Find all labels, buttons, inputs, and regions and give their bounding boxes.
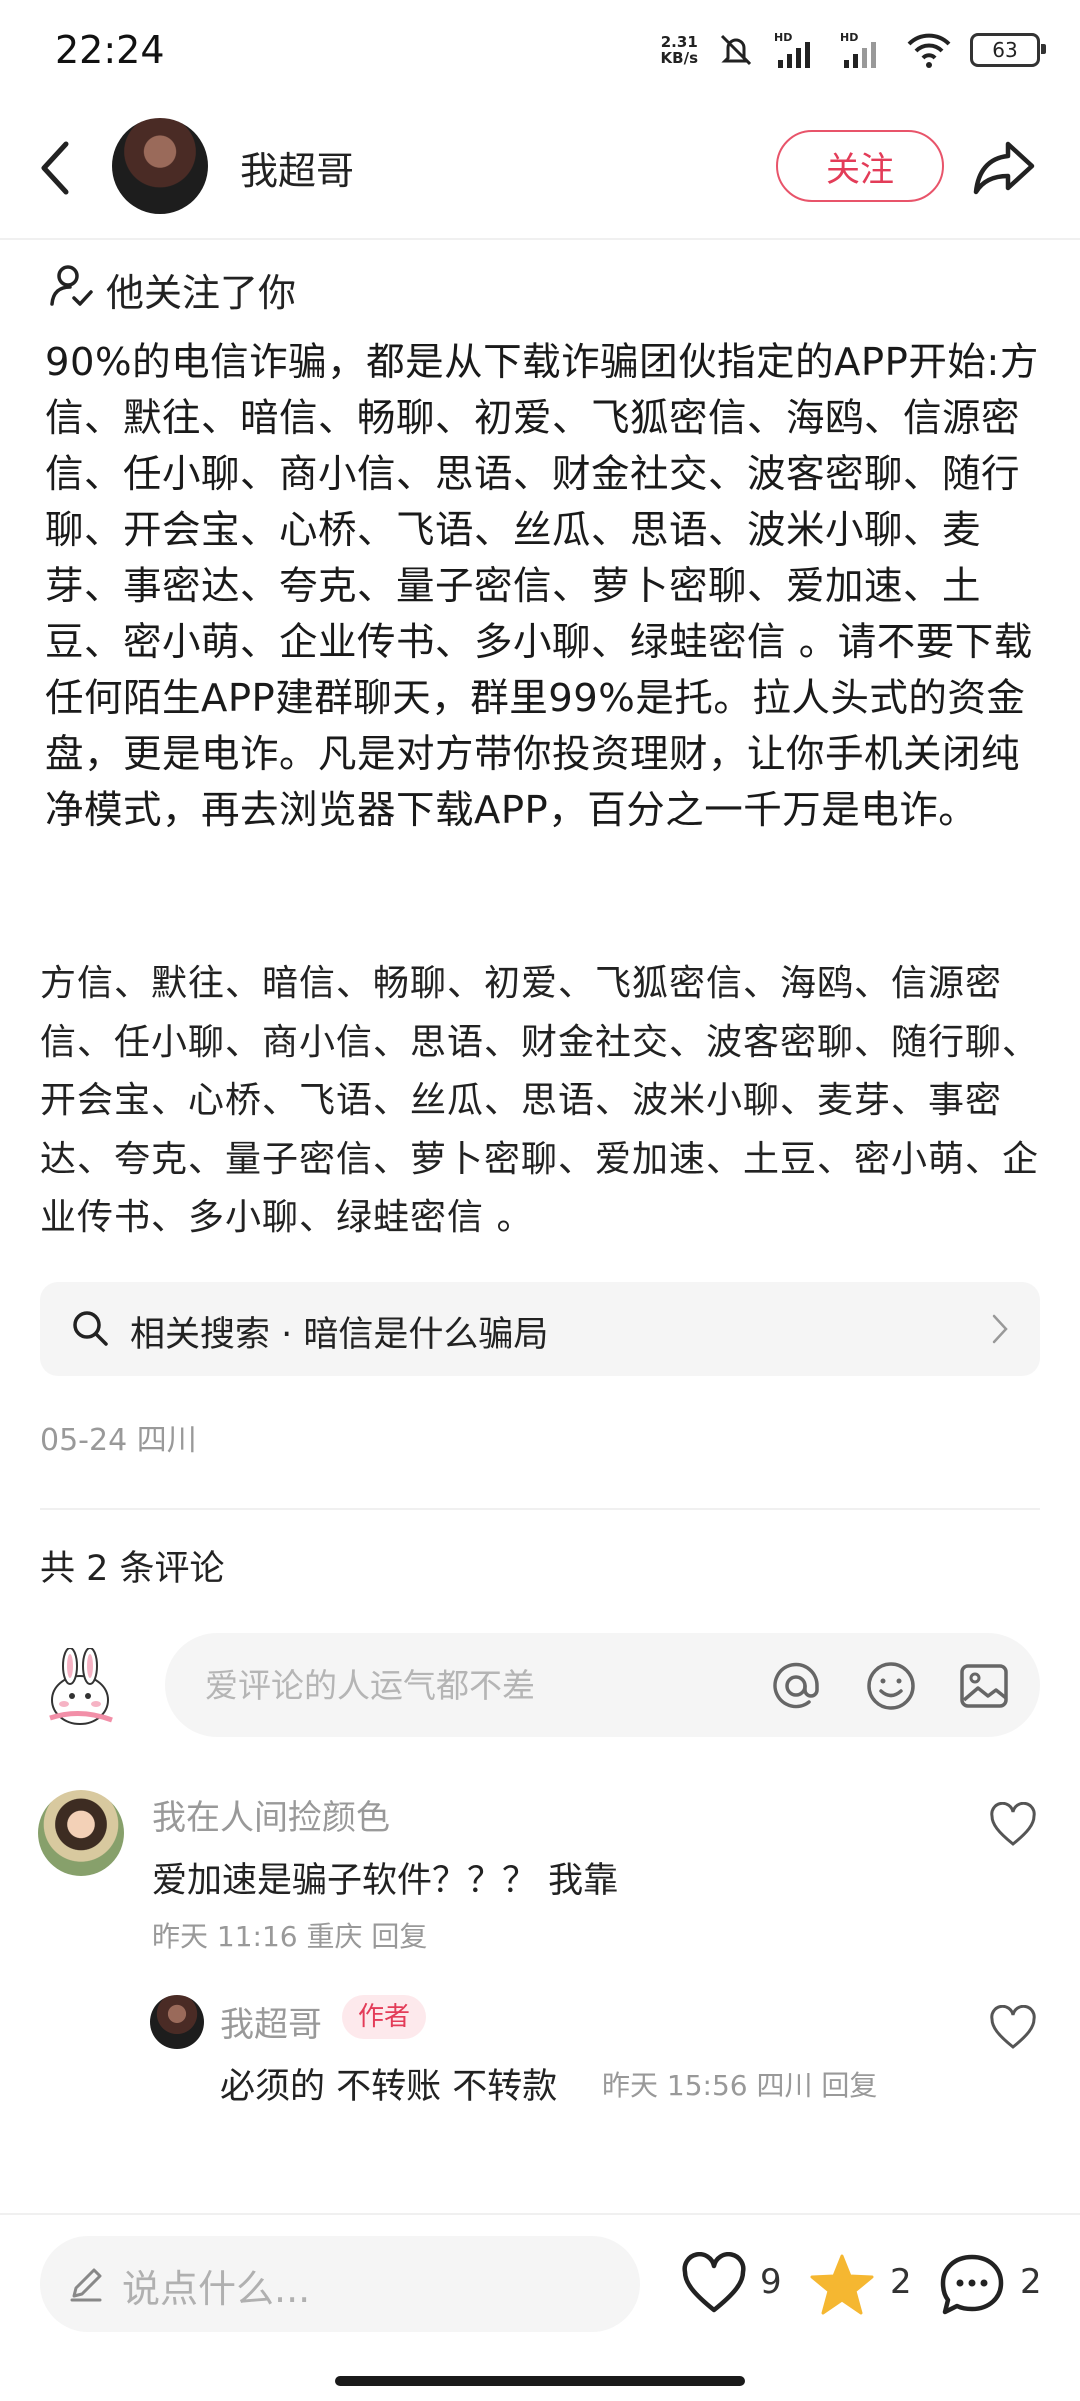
svg-text:HD: HD bbox=[774, 31, 792, 44]
status-icons: 2.31 KB/s HD HD 63 bbox=[660, 30, 1046, 70]
post-date-location: 05-24 四川 bbox=[40, 1423, 197, 1458]
search-icon bbox=[73, 1311, 108, 1346]
comment-text: 爱加速是骗子软件？？？ 我靠 bbox=[152, 1861, 619, 1901]
bottom-bar-divider bbox=[0, 2213, 1080, 2215]
author-avatar[interactable] bbox=[112, 118, 208, 214]
related-search-label: 相关搜索 · 暗信是什么骗局 bbox=[130, 1315, 549, 1355]
author-badge: 作者 bbox=[342, 1995, 427, 2039]
network-speed: 2.31 KB/s bbox=[660, 33, 698, 67]
comment-meta[interactable]: 昨天 11:16 重庆 回复 bbox=[152, 1915, 427, 1955]
follow-button[interactable]: 关注 bbox=[776, 130, 944, 202]
header-divider bbox=[0, 238, 1080, 240]
status-time: 22:24 bbox=[55, 28, 165, 72]
comment-like-heart-icon[interactable] bbox=[988, 1802, 1038, 1848]
signal-icon-2: HD bbox=[840, 31, 876, 68]
reply-like-heart-icon[interactable] bbox=[988, 2005, 1038, 2051]
like-count: 9 bbox=[760, 2262, 782, 2302]
reply-author-avatar[interactable] bbox=[150, 1995, 204, 2049]
battery-indicator: 63 bbox=[970, 33, 1046, 67]
share-arrow-icon[interactable] bbox=[970, 132, 1040, 202]
current-user-avatar bbox=[49, 1648, 113, 1725]
emoji-icon[interactable] bbox=[865, 1660, 917, 1712]
star-collect-icon[interactable] bbox=[808, 2252, 876, 2316]
at-mention-icon[interactable] bbox=[770, 1660, 822, 1712]
like-heart-icon[interactable] bbox=[680, 2252, 748, 2316]
comment-total: 2 bbox=[1020, 2262, 1042, 2302]
section-divider bbox=[40, 1508, 1040, 1510]
mute-icon bbox=[720, 34, 752, 66]
pencil-icon bbox=[70, 2268, 102, 2302]
reply-author-name[interactable]: 我超哥 bbox=[220, 1997, 322, 2046]
signal-icon: HD bbox=[774, 31, 810, 68]
chevron-right-icon bbox=[992, 1314, 1008, 1344]
bottom-input-placeholder: 说点什么... bbox=[122, 2267, 311, 2311]
home-indicator[interactable] bbox=[335, 2376, 745, 2386]
commenter-name[interactable]: 我在人间捡颜色 bbox=[152, 1790, 390, 1839]
user-check-icon bbox=[50, 265, 93, 306]
bottom-comment-input[interactable]: 说点什么... bbox=[40, 2236, 640, 2332]
collect-count: 2 bbox=[890, 2262, 912, 2302]
related-search[interactable]: 相关搜索 · 暗信是什么骗局 bbox=[40, 1282, 1040, 1376]
follows-you-label: 他关注了你 bbox=[106, 271, 297, 315]
comment-count: 共 2 条评论 bbox=[40, 1549, 225, 1589]
reply-meta[interactable]: 昨天 15:56 四川 回复 bbox=[602, 2064, 877, 2104]
author-name[interactable]: 我超哥 bbox=[240, 140, 354, 195]
back-button[interactable] bbox=[30, 128, 80, 208]
reply-text: 必须的 不转账 不转款 bbox=[220, 2067, 558, 2107]
image-picker-icon[interactable] bbox=[958, 1660, 1010, 1712]
wifi-icon bbox=[907, 33, 951, 68]
post-app-list: 方信、默往、暗信、畅聊、初爱、飞狐密信、海鸥、信源密信、任小聊、商小信、思语、财… bbox=[40, 963, 1040, 1238]
comment-bubble-icon[interactable] bbox=[938, 2252, 1006, 2316]
post-body: 90%的电信诈骗，都是从下载诈骗团伙指定的APP开始:方信、默往、暗信、畅聊、初… bbox=[45, 340, 1039, 833]
commenter-avatar[interactable] bbox=[38, 1790, 124, 1876]
svg-text:HD: HD bbox=[840, 31, 858, 44]
